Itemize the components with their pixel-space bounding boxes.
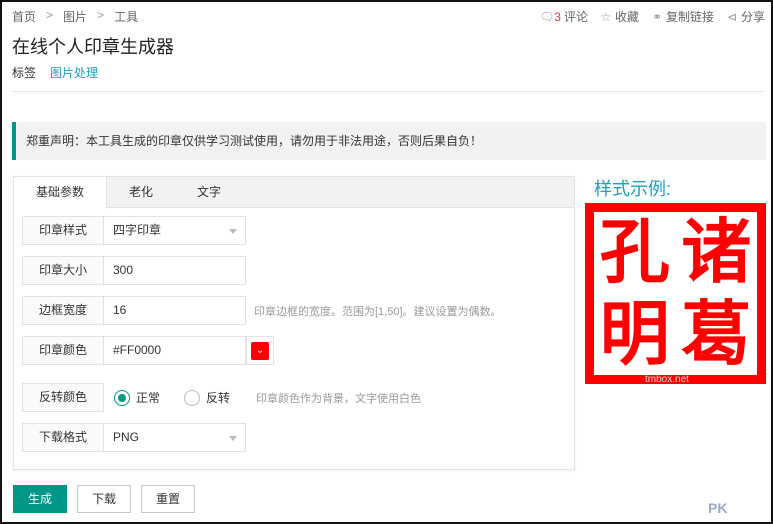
watermark-logo: PK xyxy=(708,500,728,516)
radio-invert[interactable] xyxy=(184,389,201,406)
radio-option-normal[interactable]: 正常 xyxy=(114,389,160,406)
form-row-size: 印章大小 300 xyxy=(22,256,246,285)
invert-label: 反转颜色 xyxy=(22,383,104,412)
stamp-char: 葛 xyxy=(681,291,752,375)
comments-label: 评论 xyxy=(563,10,588,24)
breadcrumb-tools[interactable]: 工具 xyxy=(114,8,138,25)
stamp-preview: 孔 诸 明 葛 xyxy=(585,203,766,384)
page-title: 在线个人印章生成器 xyxy=(12,37,174,57)
comment-icon: 🗨 xyxy=(539,9,555,24)
stamp-char: 明 xyxy=(599,291,670,375)
divider xyxy=(12,91,764,92)
link-icon: ⚭ xyxy=(651,9,662,24)
breadcrumb: 首页 > 图片 > 工具 xyxy=(12,8,138,25)
border-label: 边框宽度 xyxy=(22,296,104,325)
tag-link-image-processing[interactable]: 图片处理 xyxy=(50,64,98,81)
breadcrumb-separator: > xyxy=(46,8,54,22)
style-select-value: 四字印章 xyxy=(113,223,162,237)
top-actions: 🗨 3 评论 ☆ 收藏 ⚭ 复制链接 ⊲ 分享 xyxy=(539,8,765,25)
border-hint: 印章边框的宽度。范围为[1,50]。建议设置为偶数。 xyxy=(254,305,502,318)
tab-bar: 基础参数 老化 文字 xyxy=(14,177,574,209)
tags-label: 标签 xyxy=(12,66,37,80)
color-input[interactable]: #FF0000 xyxy=(104,336,246,365)
invert-hint: 印章颜色作为背景，文字使用白色 xyxy=(256,392,422,405)
copy-link[interactable]: ⚭ 复制链接 xyxy=(651,8,714,25)
radio-option-invert[interactable]: 反转 xyxy=(184,389,230,406)
form-row-style: 印章样式 四字印章 xyxy=(22,216,246,245)
action-buttons: 生成 下载 重置 xyxy=(13,485,196,513)
comments-count: 3 xyxy=(554,9,561,24)
chevron-down-icon xyxy=(229,436,237,441)
border-width-input[interactable]: 16 xyxy=(104,296,246,325)
style-label: 印章样式 xyxy=(22,216,104,245)
format-select[interactable]: PNG xyxy=(104,423,246,452)
tab-aging[interactable]: 老化 xyxy=(107,177,175,208)
settings-panel: 基础参数 老化 文字 印章样式 四字印章 印章大小 300 边框宽度 16 印章… xyxy=(13,176,575,470)
generate-button[interactable]: 生成 xyxy=(13,485,68,513)
watermark-url: tmbox.net xyxy=(645,374,689,385)
tab-text[interactable]: 文字 xyxy=(175,177,243,208)
color-picker-button[interactable]: ⌄ xyxy=(246,336,274,365)
form-row-color: 印章颜色 #FF0000 ⌄ xyxy=(22,336,274,365)
breadcrumb-home[interactable]: 首页 xyxy=(12,8,36,25)
reset-button[interactable]: 重置 xyxy=(141,485,196,513)
star-icon: ☆ xyxy=(600,9,612,24)
invert-radio-group: 正常 反转 xyxy=(114,389,254,406)
tags: 标签 图片处理 xyxy=(12,64,98,81)
chevron-down-icon: ⌄ xyxy=(251,341,269,360)
breadcrumb-separator: > xyxy=(97,8,105,22)
form-row-invert: 反转颜色 正常 反转 印章颜色作为背景，文字使用白色 xyxy=(22,383,421,412)
share-label: 分享 xyxy=(740,10,765,24)
stamp-char: 孔 xyxy=(599,210,670,293)
copy-link-label: 复制链接 xyxy=(665,10,714,24)
share-link[interactable]: ⊲ 分享 xyxy=(726,8,765,25)
radio-normal[interactable] xyxy=(114,389,130,406)
share-icon: ⊲ xyxy=(726,9,738,24)
comments-link[interactable]: 🗨 3 评论 xyxy=(539,8,588,25)
form-row-border: 边框宽度 16 印章边框的宽度。范围为[1,50]。建议设置为偶数。 xyxy=(22,296,502,325)
format-select-value: PNG xyxy=(113,430,140,444)
favorite-label: 收藏 xyxy=(614,10,639,24)
download-button[interactable]: 下载 xyxy=(77,485,132,513)
radio-normal-label: 正常 xyxy=(136,391,161,405)
disclaimer-notice: 郑重声明：本工具生成的印章仅供学习测试使用，请勿用于非法用途，否则后果自负！ xyxy=(12,122,766,160)
stamp-char: 诸 xyxy=(681,210,752,293)
tab-basic-params[interactable]: 基础参数 xyxy=(14,177,108,209)
breadcrumb-images[interactable]: 图片 xyxy=(63,8,87,25)
color-label: 印章颜色 xyxy=(22,336,104,365)
favorite-link[interactable]: ☆ 收藏 xyxy=(600,8,639,25)
size-label: 印章大小 xyxy=(22,256,104,285)
format-label: 下载格式 xyxy=(22,423,104,452)
style-select[interactable]: 四字印章 xyxy=(104,216,246,245)
sample-title: 样式示例: xyxy=(594,179,672,199)
radio-invert-label: 反转 xyxy=(206,391,231,405)
chevron-down-icon xyxy=(229,229,237,234)
size-input[interactable]: 300 xyxy=(104,256,246,285)
form-row-format: 下载格式 PNG xyxy=(22,423,246,452)
